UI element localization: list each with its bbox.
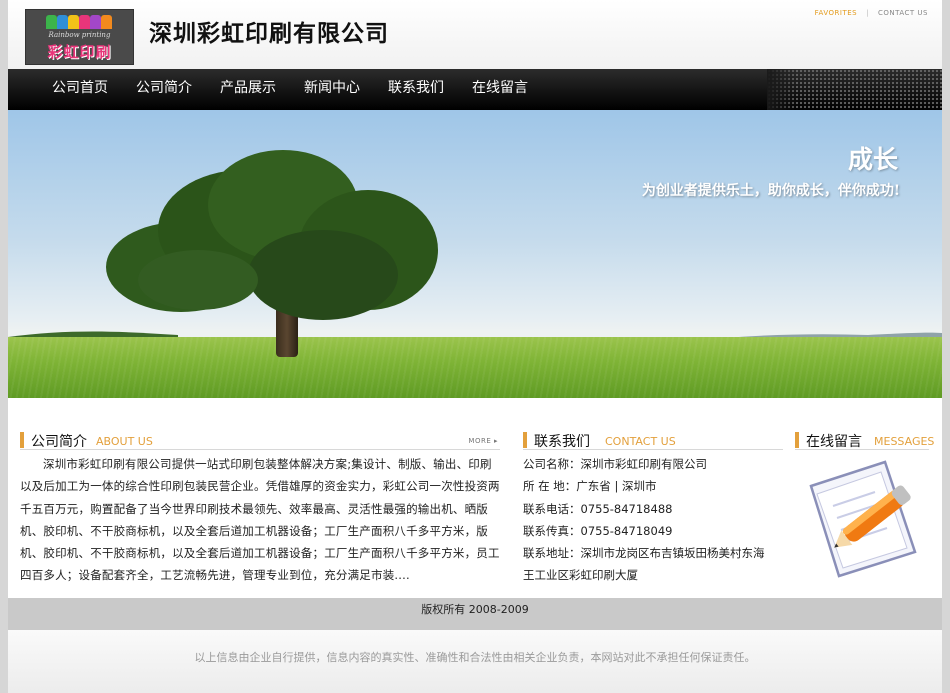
main-nav: 公司首页 公司简介 产品展示 新闻中心 联系我们 在线留言 bbox=[8, 69, 942, 110]
contact-address: 联系地址：深圳市龙岗区布吉镇坂田杨美村东海 bbox=[523, 546, 765, 561]
contact-phone: 联系电话：0755-84718488 bbox=[523, 501, 673, 516]
page: Rainbow printing 彩虹印刷 深圳彩虹印刷有限公司 FAVORIT… bbox=[8, 0, 942, 693]
about-section-header: 公司简介 ABOUT US MORE ▸ bbox=[20, 419, 500, 450]
company-title: 深圳彩虹印刷有限公司 bbox=[149, 20, 389, 47]
section-marker bbox=[795, 432, 799, 448]
favorites-link[interactable]: FAVORITES bbox=[815, 9, 857, 17]
message-pen-icon[interactable] bbox=[803, 456, 927, 580]
about-title: 公司简介 bbox=[31, 434, 87, 450]
more-link[interactable]: MORE ▸ bbox=[468, 437, 498, 445]
nav-item-about[interactable]: 公司简介 bbox=[122, 69, 206, 107]
rainbow-logo-icon bbox=[46, 15, 112, 29]
logo[interactable]: Rainbow printing 彩虹印刷 bbox=[25, 9, 134, 65]
copyright-bar: 版权所有 2008-2009 bbox=[8, 598, 942, 630]
disclaimer: 以上信息由企业自行提供，信息内容的真实性、准确性和合法性由相关企业负责，本网站对… bbox=[8, 630, 942, 693]
divider: | bbox=[866, 9, 869, 17]
contact-location: 所 在 地：广东省 | 深圳市 bbox=[523, 479, 657, 494]
nav-item-messages[interactable]: 在线留言 bbox=[458, 69, 542, 107]
contact-us-link[interactable]: CONTACT US bbox=[878, 9, 928, 17]
contact-address-cont: 王工业区彩虹印刷大厦 bbox=[523, 568, 638, 583]
header: Rainbow printing 彩虹印刷 深圳彩虹印刷有限公司 FAVORIT… bbox=[8, 0, 942, 69]
nav-item-contact[interactable]: 联系我们 bbox=[374, 69, 458, 107]
contact-title-en: CONTACT US bbox=[605, 435, 676, 448]
contact-section-header: 联系我们 CONTACT US bbox=[523, 419, 783, 450]
contact-title: 联系我们 bbox=[534, 434, 590, 450]
messages-section-header: 在线留言 MESSAGES bbox=[795, 419, 934, 450]
about-text: 深圳市彩虹印刷有限公司提供一站式印刷包装整体解决方案;集设计、制版、输出、印刷以… bbox=[20, 457, 500, 583]
messages-title: 在线留言 bbox=[806, 434, 862, 450]
hero-banner: 成长 为创业者提供乐土，助你成长，伴你成功! bbox=[8, 110, 942, 398]
world-map-icon bbox=[767, 69, 942, 110]
banner-subtitle: 为创业者提供乐土，助你成长，伴你成功! bbox=[641, 183, 900, 199]
messages-title-en: MESSAGES bbox=[874, 435, 935, 448]
logo-english-text: Rainbow printing bbox=[48, 31, 111, 39]
section-marker bbox=[20, 432, 24, 448]
contact-company: 公司名称：深圳市彩虹印刷有限公司 bbox=[523, 457, 707, 471]
top-links: FAVORITES | CONTACT US bbox=[815, 9, 928, 17]
contact-fax: 联系传真：0755-84718049 bbox=[523, 523, 673, 538]
banner-title: 成长 bbox=[847, 145, 898, 174]
nav-item-news[interactable]: 新闻中心 bbox=[290, 69, 374, 107]
nav-item-products[interactable]: 产品展示 bbox=[206, 69, 290, 107]
section-marker bbox=[523, 432, 527, 448]
nav-item-home[interactable]: 公司首页 bbox=[38, 69, 122, 107]
logo-chinese-text: 彩虹印刷 bbox=[47, 43, 112, 61]
contact-info: 公司名称：深圳市彩虹印刷有限公司 所 在 地：广东省 | 深圳市 联系电话：07… bbox=[523, 453, 773, 587]
about-title-en: ABOUT US bbox=[96, 435, 153, 448]
